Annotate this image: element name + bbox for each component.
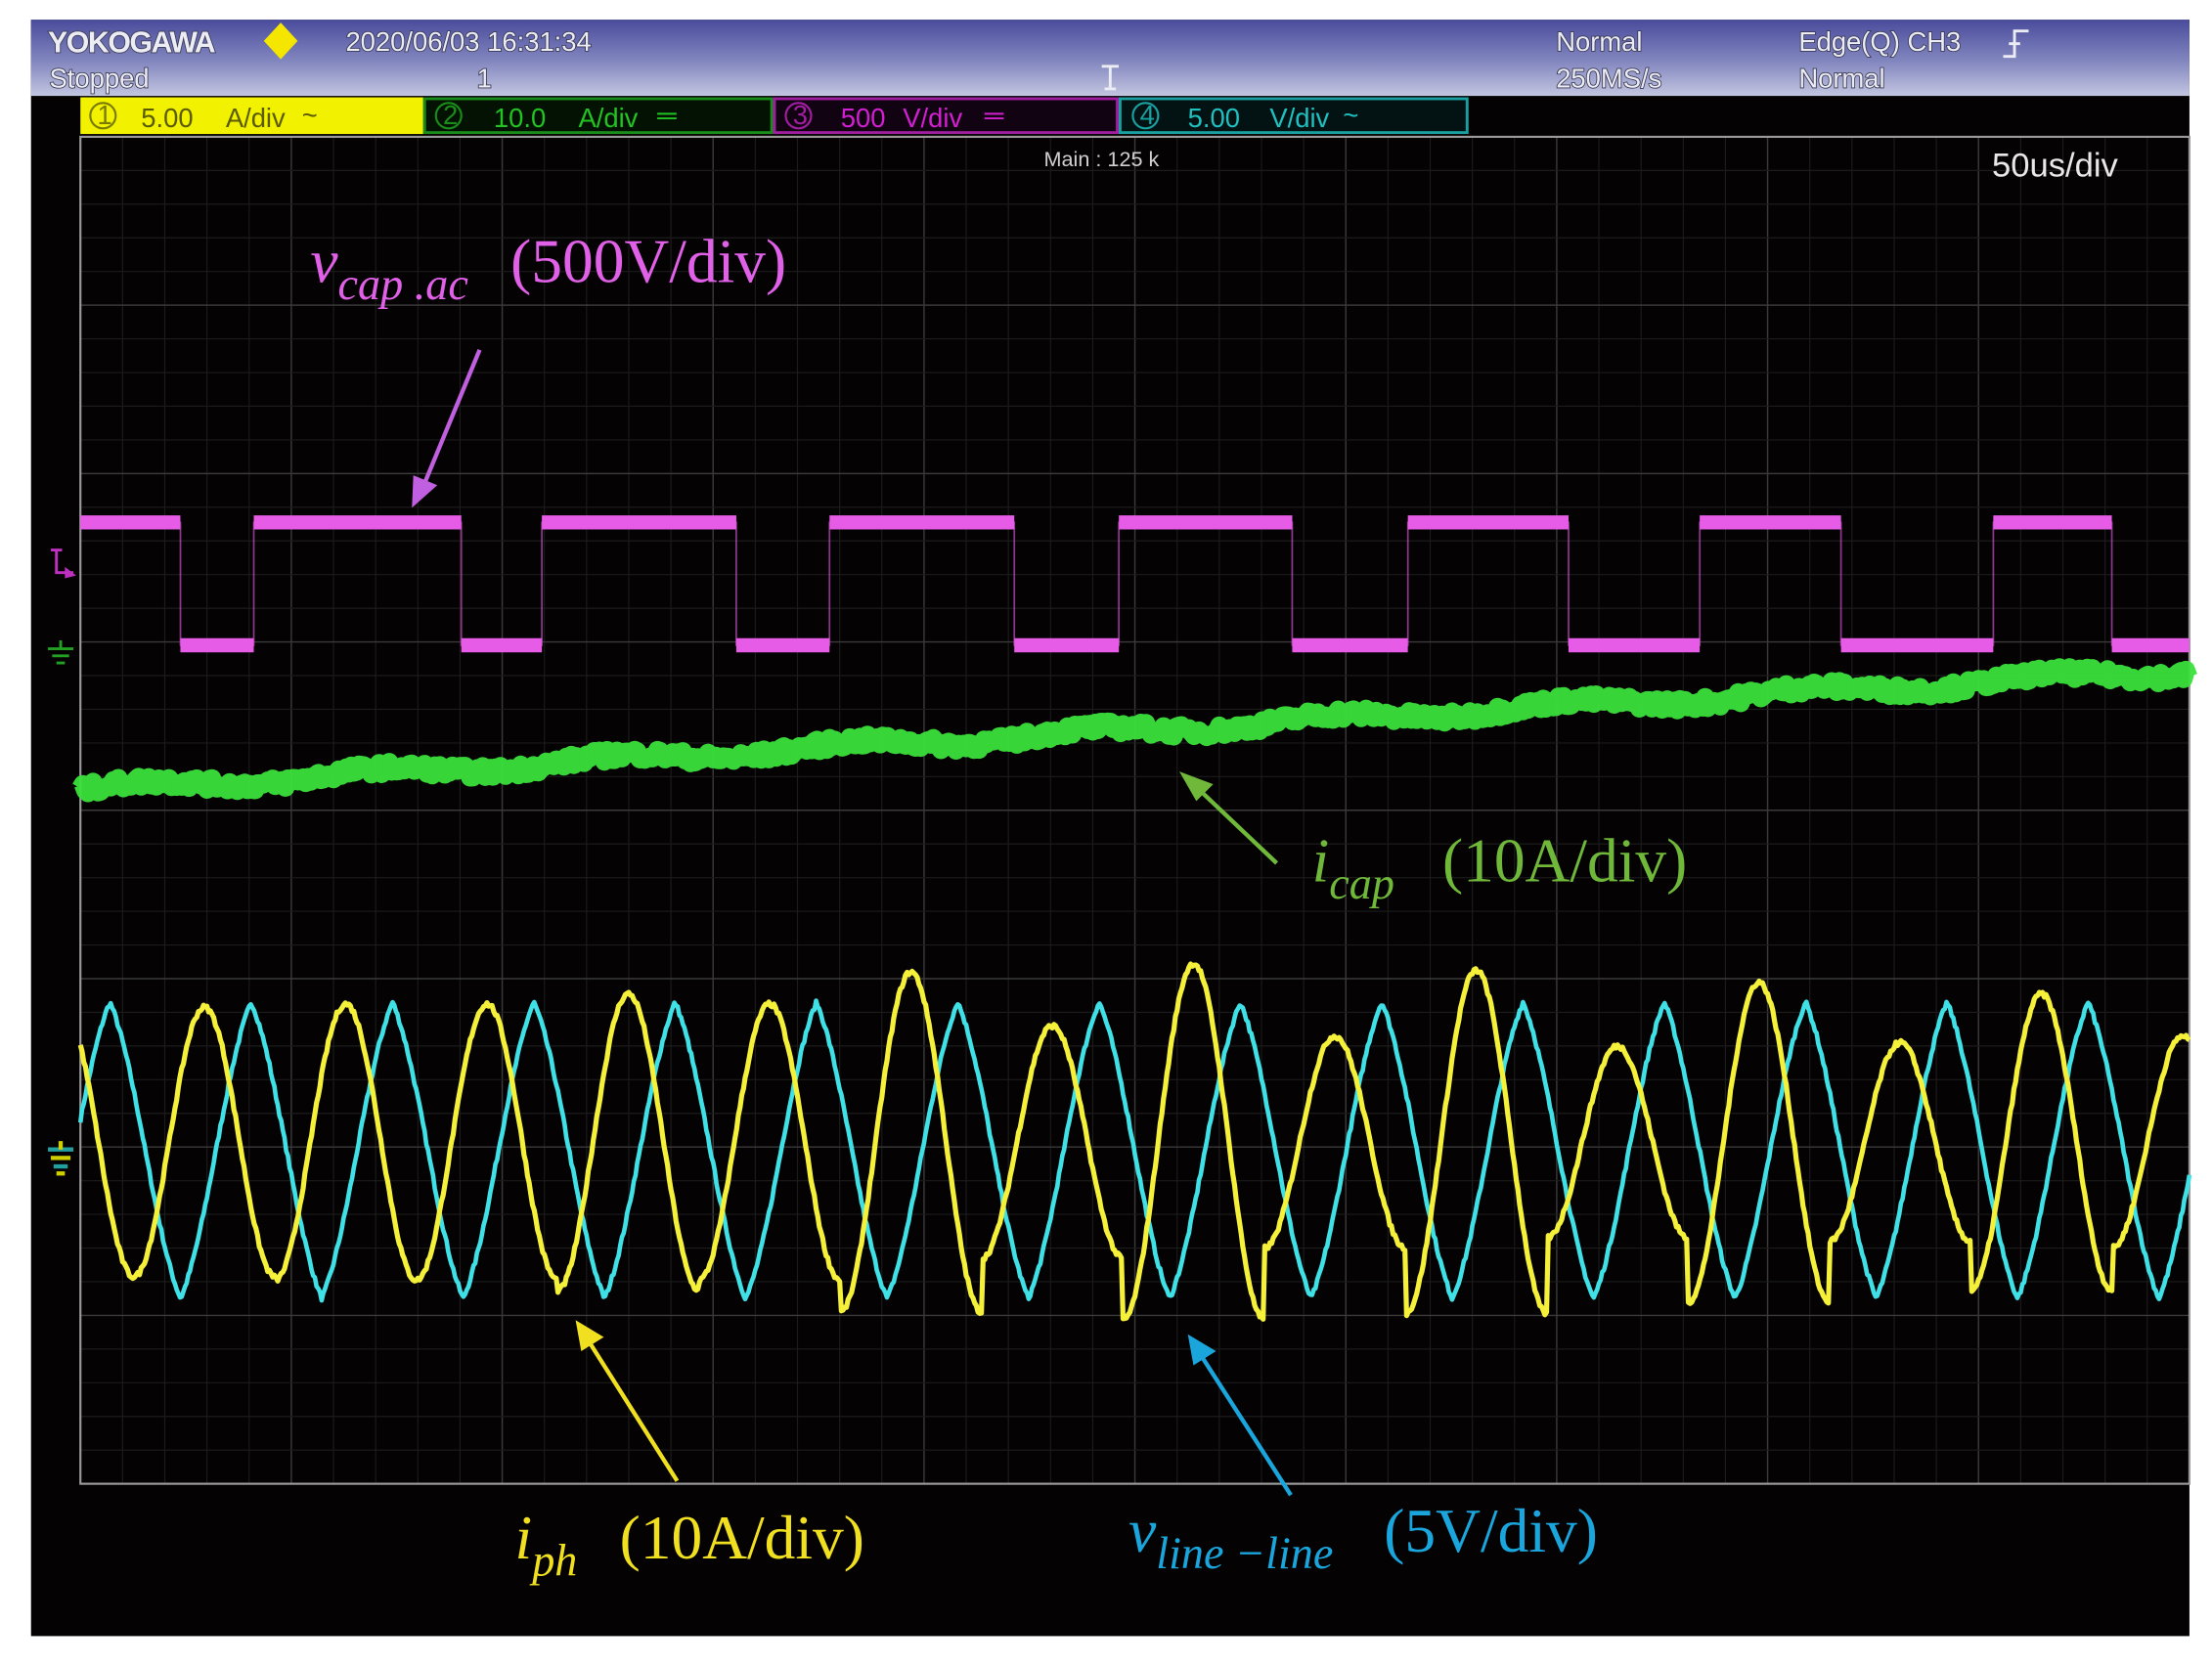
channel-number: 3 (793, 100, 808, 130)
trigger-mode: Normal (1798, 63, 1884, 93)
record-length: Main : 125 k (1044, 147, 1160, 171)
dc-coupling-icon: ═ (984, 100, 1004, 130)
sample-rate: 250MS/s (1556, 63, 1661, 93)
oscilloscope-screenshot: YOKOGAWA 2020/06/03 16:31:34 Stopped 1 N… (0, 0, 2212, 1665)
channel-number: 4 (1140, 100, 1155, 130)
oscilloscope-display: YOKOGAWA 2020/06/03 16:31:34 Stopped 1 N… (30, 20, 2197, 1637)
channel-4-label[interactable]: 4 5.00 V/div ~ (1118, 97, 1469, 135)
channel-unit: V/div (1269, 103, 1329, 133)
channel-unit: V/div (903, 103, 962, 133)
datetime: 2020/06/03 16:31:34 (345, 26, 591, 57)
record-marker: 1 (477, 63, 492, 93)
acquisition-mode: Normal (1556, 26, 1642, 57)
channel-number: 2 (443, 100, 458, 130)
acquisition-status: Stopped (49, 63, 149, 93)
channel-3-label[interactable]: 3 500 V/div ═ (773, 97, 1119, 135)
channel-number: 1 (98, 100, 112, 130)
timebase: 50us/div (1992, 147, 2119, 184)
ac-coupling-icon: ~ (1343, 100, 1358, 130)
channel-unit: A/div (226, 103, 286, 133)
brand-logo: YOKOGAWA (48, 26, 216, 59)
channel-1-label[interactable]: 1 5.00 A/div ~ (80, 97, 423, 135)
channel-scale: 5.00 (1188, 103, 1240, 133)
channel-2-label[interactable]: 2 10.0 A/div ═ (422, 97, 774, 135)
trigger-setting: Edge(Q) CH3 (1798, 26, 1961, 57)
channel-scale: 5.00 (141, 103, 193, 133)
ac-coupling-icon: ~ (302, 100, 318, 130)
dc-coupling-icon: ═ (656, 100, 677, 130)
channel-scale: 10.0 (494, 103, 546, 133)
channel-scale: 500 (841, 103, 886, 133)
channel-unit: A/div (578, 103, 638, 133)
